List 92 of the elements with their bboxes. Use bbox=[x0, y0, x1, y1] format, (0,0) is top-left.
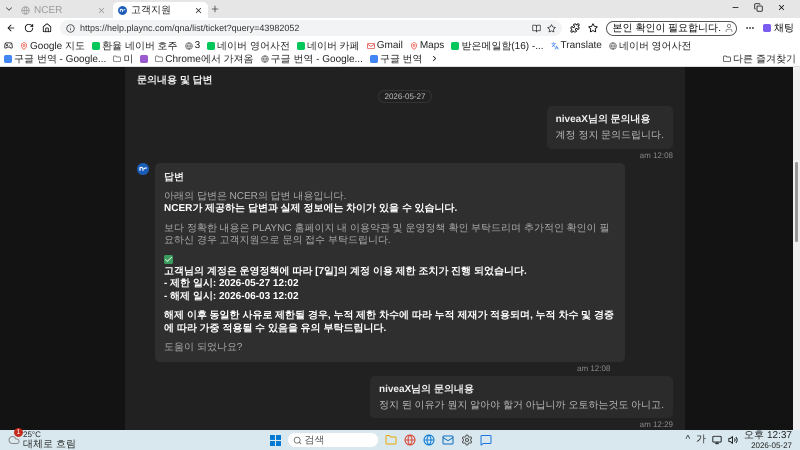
gamepad-icon[interactable] bbox=[4, 41, 13, 50]
message-text: 계정 정지 문의드립니다. bbox=[556, 130, 664, 142]
translate-icon bbox=[550, 42, 559, 50]
browser-icon[interactable] bbox=[404, 434, 416, 446]
answer-text: - 해제 일시: 2026-06-03 12:02 bbox=[164, 290, 300, 303]
chat-button[interactable]: 채팅 bbox=[763, 21, 794, 35]
answer-text: 해제 이후 동일한 사유로 제한될 경우, 누적 제한 차수에 따라 누적 제재가 적용되며, 누적 차수 및 경중에 따라 가중 적용될 수 있음을 유의 부탁드립니다. bbox=[164, 310, 616, 335]
square-icon bbox=[4, 54, 12, 62]
map-pin-icon bbox=[20, 42, 28, 50]
answer-text: 고객님의 계정은 운영정책에 따라 [7일]의 계정 이용 제한 조치가 진행 되었습니다. bbox=[164, 266, 528, 278]
search-icon bbox=[292, 436, 302, 444]
restore-icon[interactable] bbox=[754, 2, 763, 12]
profile-button[interactable]: 본인 확인이 필요합니다. bbox=[606, 20, 737, 36]
bookmark-item[interactable]: 구글 번역 - Google... bbox=[260, 52, 363, 65]
answer-text: 보다 정확한 내용은 PLAYNC 홈페이지 내 이용약관 및 운영정책 확인 부탁드리며 추가적인 확인이 필요하신 경우 고객지원으로 문의 접수 부탁드립니다. bbox=[164, 222, 610, 248]
favorites-icon[interactable] bbox=[588, 23, 598, 33]
folder-icon bbox=[723, 54, 732, 62]
info-icon[interactable] bbox=[66, 24, 75, 32]
settings-icon[interactable] bbox=[460, 434, 473, 446]
clock-time[interactable]: 오후 12:37 bbox=[744, 430, 792, 440]
chat-app-icon[interactable] bbox=[480, 434, 492, 446]
message-time: am 12:08 bbox=[577, 364, 610, 372]
globe-icon bbox=[184, 42, 193, 50]
globe-icon bbox=[21, 6, 30, 14]
message-text: 정지 된 이유가 뭔지 알아야 할거 아닙니까 오토하는것도 아니고. bbox=[378, 400, 664, 412]
bookmark-item[interactable]: 네이버 영어사전 bbox=[207, 39, 290, 52]
windows-start-icon[interactable] bbox=[270, 434, 281, 446]
bookmark-item[interactable]: 네이버 영어사전 bbox=[608, 39, 692, 52]
home-icon[interactable] bbox=[42, 23, 52, 33]
cloud-icon bbox=[8, 434, 20, 446]
volume-icon[interactable] bbox=[728, 435, 738, 445]
square-icon bbox=[370, 54, 378, 62]
square-icon bbox=[763, 24, 771, 32]
bookmark-item[interactable]: 구글 번역 bbox=[370, 52, 423, 65]
reload-icon[interactable] bbox=[24, 23, 34, 33]
date-label: 2026-05-27 bbox=[378, 90, 432, 103]
new-tab-button[interactable] bbox=[210, 4, 220, 14]
clock-date[interactable]: 2026-05-27 bbox=[751, 442, 792, 450]
square-icon bbox=[207, 42, 216, 50]
book-icon[interactable] bbox=[532, 24, 541, 32]
message-title: 답변 bbox=[164, 170, 185, 184]
folder-icon bbox=[113, 54, 122, 62]
close-icon[interactable] bbox=[194, 6, 203, 14]
browser-tab[interactable]: 고객지원 bbox=[113, 2, 208, 18]
square-icon bbox=[92, 42, 100, 50]
square-icon bbox=[296, 42, 305, 50]
back-icon[interactable] bbox=[6, 23, 16, 33]
message-time: am 12:29 bbox=[640, 420, 673, 429]
bookmark-item[interactable]: 구글 번역 - Google... bbox=[4, 52, 106, 65]
bookmark-item[interactable]: Maps bbox=[410, 39, 444, 52]
answer-text: 아래의 답변은 NCER의 답변 내용입니다. bbox=[164, 190, 348, 203]
answer-text: - 제한 일시: 2026-05-27 12:02 bbox=[164, 278, 300, 290]
globe-icon bbox=[260, 54, 269, 62]
answer-text: NCER가 제공하는 답변과 실제 정보에는 차이가 있을 수 있습니다. bbox=[164, 203, 458, 216]
scrollbar[interactable] bbox=[793, 67, 800, 430]
bookmark-item[interactable]: Google 지도 bbox=[20, 39, 86, 52]
bookmark-item[interactable]: 3 bbox=[184, 39, 200, 52]
bookmark-item[interactable]: 다른 즐겨찾기 bbox=[723, 52, 796, 65]
message-time: am 12:08 bbox=[640, 150, 673, 160]
browser-icon[interactable] bbox=[422, 434, 435, 446]
folder-icon bbox=[155, 54, 164, 62]
address-bar[interactable]: https://help.plaync.com/qna/list/ticket?query=43982052 bbox=[60, 20, 562, 36]
bookmark-item[interactable]: 환율 네이버 호주 bbox=[92, 39, 178, 52]
message-title: niveaX님의 문의내용 bbox=[378, 382, 476, 396]
temperature: 25°C bbox=[23, 430, 42, 438]
mail-icon bbox=[366, 42, 375, 50]
bookmark-item[interactable]: 받은메일함(16) -... bbox=[451, 39, 544, 52]
avatar-icon bbox=[137, 162, 149, 174]
bookmark-item[interactable]: 미 bbox=[113, 52, 134, 65]
globe-icon bbox=[608, 42, 617, 50]
bookmark-item[interactable]: Translate bbox=[550, 39, 602, 52]
tray-chevron[interactable]: ^ bbox=[685, 435, 690, 445]
nc-logo-icon bbox=[118, 6, 127, 14]
feedback-question: 도움이 되었나요? bbox=[164, 342, 244, 354]
bookmark-icon[interactable] bbox=[140, 54, 148, 62]
extensions-icon[interactable] bbox=[570, 23, 580, 33]
user-icon bbox=[724, 23, 734, 33]
weather-description: 대체로 흐림 bbox=[23, 440, 76, 450]
section-title: 문의내용 및 답변 bbox=[137, 74, 214, 87]
network-icon[interactable] bbox=[712, 435, 722, 445]
star-icon[interactable] bbox=[546, 24, 556, 32]
close-icon[interactable] bbox=[777, 2, 786, 12]
map-pin-icon bbox=[410, 42, 418, 50]
bookmark-item[interactable]: Gmail bbox=[366, 39, 403, 52]
mail-icon[interactable] bbox=[442, 434, 454, 446]
input-method-indicator[interactable]: 가 bbox=[696, 435, 706, 445]
square-icon bbox=[451, 42, 460, 50]
bookmark-item[interactable]: Chrome에서 가져옴 bbox=[155, 52, 254, 65]
bookmark-item[interactable]: 네이버 카페 bbox=[296, 39, 360, 52]
check-icon bbox=[164, 254, 173, 264]
taskbar-search-field[interactable]: 검색 bbox=[288, 433, 378, 447]
message-title: niveaX님의 문의내용 bbox=[556, 113, 652, 126]
